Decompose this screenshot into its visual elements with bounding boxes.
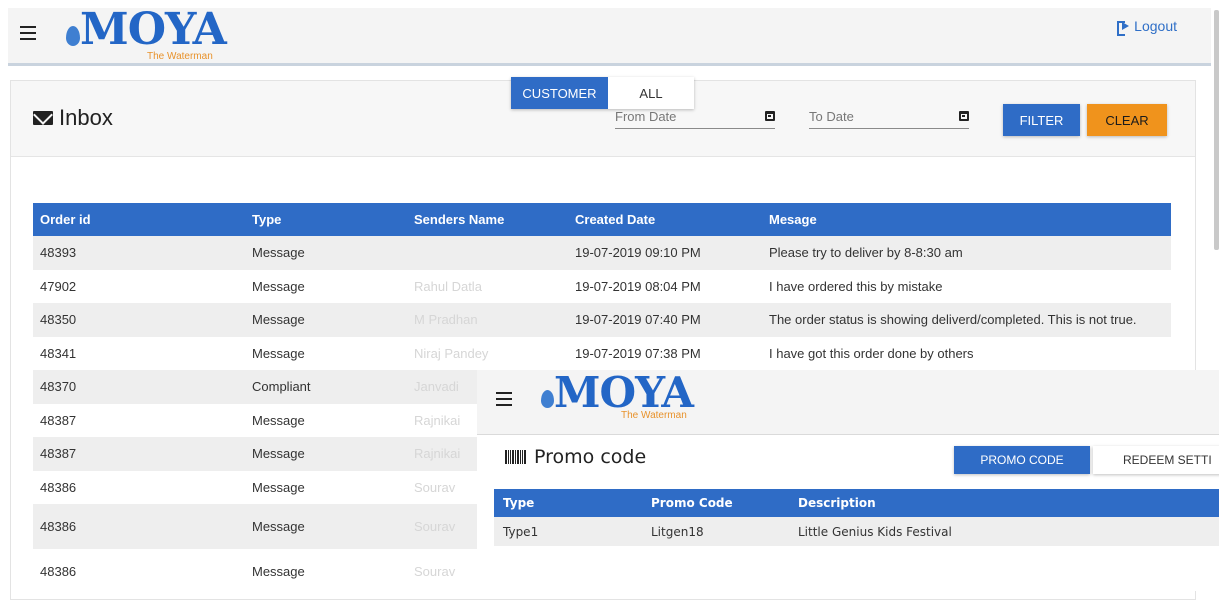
- type-cell: Message: [245, 504, 407, 549]
- date-cell: 19-07-2019 08:04 PM: [575, 278, 701, 294]
- sender-cell: M Pradhan: [407, 303, 568, 337]
- message-cell: Please try to deliver by 8-8:30 am: [762, 236, 1171, 270]
- promo-code-cell: Litgen18: [642, 517, 789, 546]
- table-header-row: Order id Type Senders Name Created Date …: [33, 203, 1171, 236]
- table-row[interactable]: 47902 Message Rahul Datla 19-07-2019 08:…: [33, 270, 1171, 304]
- message-cell: The order status is showing deliverd/com…: [762, 303, 1171, 337]
- column-header[interactable]: Promo Code: [642, 489, 789, 517]
- tab-customer[interactable]: CUSTOMER: [511, 77, 608, 109]
- order-id-cell: 48387: [33, 437, 245, 471]
- promo-code-button[interactable]: PROMO CODE: [954, 446, 1090, 474]
- column-header[interactable]: Senders Name: [407, 203, 568, 236]
- order-id-cell: 47902: [40, 278, 77, 294]
- type-cell: Message: [245, 303, 407, 337]
- logo-tagline: The Waterman: [621, 410, 687, 421]
- column-header[interactable]: Mesage: [762, 203, 1171, 236]
- message-cell: I have ordered this by mistake: [769, 278, 943, 294]
- date-cell: 19-07-2019 07:40 PM: [568, 303, 762, 337]
- inbox-title-text: Inbox: [59, 105, 113, 130]
- column-header[interactable]: Created Date: [568, 203, 762, 236]
- promo-code-window: MOYA The Waterman Promo code PROMO CODE …: [477, 370, 1219, 591]
- sender-cell: Rahul Datla: [414, 278, 482, 294]
- logout-label: Logout: [1134, 18, 1177, 34]
- app-logo: MOYA The Waterman: [527, 370, 727, 426]
- app-header: MOYA The Waterman Logout: [8, 4, 1211, 66]
- promo-table: Type Promo Code Description Type1 Litgen…: [494, 489, 1219, 546]
- sender-cell: [407, 236, 568, 270]
- logout-icon: [1117, 20, 1130, 36]
- water-drop-icon: [541, 390, 554, 408]
- table-row[interactable]: 48393 Message 19-07-2019 09:10 PM Please…: [33, 236, 1171, 270]
- date-cell: 19-07-2019 07:38 PM: [575, 345, 701, 361]
- sender-cell: Niraj Pandey: [414, 345, 489, 361]
- logo-wordmark: MOYA: [80, 4, 227, 55]
- hamburger-icon[interactable]: [496, 392, 512, 406]
- type-cell: Message: [252, 412, 305, 428]
- promo-title-text: Promo code: [534, 446, 647, 468]
- table-row[interactable]: 48350 Message M Pradhan 19-07-2019 07:40…: [33, 303, 1171, 337]
- order-id-cell: 48370: [33, 370, 245, 404]
- water-drop-icon: [66, 26, 80, 46]
- promo-header: MOYA The Waterman: [477, 370, 1219, 435]
- message-cell: I have got this order done by others: [769, 345, 974, 361]
- table-row[interactable]: Type1 Litgen18 Little Genius Kids Festiv…: [494, 517, 1219, 546]
- hamburger-icon[interactable]: [20, 26, 36, 40]
- order-id-cell: 48386: [40, 479, 77, 495]
- envelope-icon: [33, 111, 53, 125]
- date-cell: 19-07-2019 09:10 PM: [568, 236, 762, 270]
- from-date-placeholder: From Date: [615, 109, 677, 124]
- logo-tagline: The Waterman: [147, 51, 213, 62]
- table-row[interactable]: 48341 Message Niraj Pandey 19-07-2019 07…: [33, 337, 1171, 371]
- to-date-field[interactable]: To Date: [809, 107, 969, 129]
- clear-button[interactable]: CLEAR: [1087, 104, 1167, 136]
- promo-description-cell: Little Genius Kids Festival: [789, 517, 1219, 546]
- column-header[interactable]: Type: [494, 489, 642, 517]
- order-id-cell: 48386: [33, 504, 245, 549]
- calendar-icon[interactable]: [959, 111, 969, 121]
- promo-type-cell: Type1: [494, 517, 642, 546]
- column-header[interactable]: Order id: [33, 203, 245, 236]
- order-id-cell: 48393: [33, 236, 245, 270]
- logout-link[interactable]: Logout: [1117, 18, 1177, 36]
- inbox-filter-tabs: CUSTOMER ALL: [511, 77, 694, 109]
- app-logo: MOYA The Waterman: [46, 4, 246, 64]
- order-id-cell: 48350: [33, 303, 245, 337]
- type-cell: Message: [245, 236, 407, 270]
- filter-button[interactable]: FILTER: [1003, 104, 1080, 136]
- page-scrollbar[interactable]: [1214, 10, 1219, 250]
- order-id-cell: 48386: [40, 564, 77, 579]
- type-cell: Message: [252, 278, 305, 294]
- from-date-field[interactable]: From Date: [615, 107, 775, 129]
- type-cell: Message: [245, 437, 407, 471]
- barcode-icon: [505, 450, 526, 464]
- redeem-settings-button[interactable]: REDEEM SETTI: [1093, 446, 1219, 474]
- column-header[interactable]: Type: [245, 203, 407, 236]
- type-cell: Message: [252, 479, 305, 495]
- type-cell: Message: [252, 345, 305, 361]
- table-header-row: Type Promo Code Description: [494, 489, 1219, 517]
- order-id-cell: 48341: [40, 345, 77, 361]
- column-header[interactable]: Description: [789, 489, 1219, 517]
- order-id-cell: 48387: [40, 412, 77, 428]
- promo-title: Promo code: [505, 446, 646, 468]
- type-cell: Compliant: [245, 370, 407, 404]
- page-title: Inbox: [33, 105, 113, 131]
- tab-all[interactable]: ALL: [608, 77, 694, 109]
- type-cell: Message: [252, 564, 305, 579]
- to-date-placeholder: To Date: [809, 109, 854, 124]
- calendar-icon[interactable]: [765, 111, 775, 121]
